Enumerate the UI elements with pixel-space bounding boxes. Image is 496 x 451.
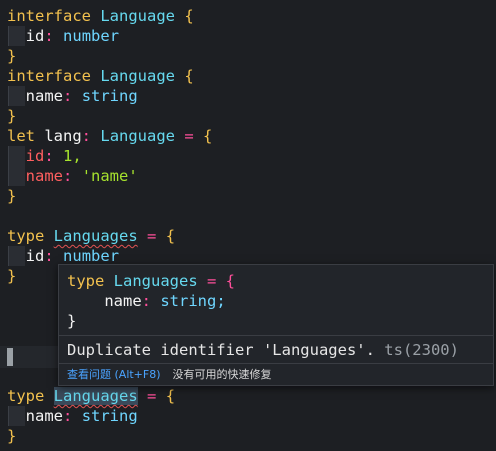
open-brace: { xyxy=(203,127,213,145)
keyword-interface: interface xyxy=(7,67,91,85)
close-brace: } xyxy=(7,187,17,205)
close-brace: } xyxy=(7,107,17,125)
error-code: ts(2300) xyxy=(384,341,459,359)
code-line: name: string xyxy=(25,87,138,105)
property-type: string xyxy=(81,407,138,425)
close-brace: } xyxy=(7,267,17,285)
type-name-error[interactable]: Languages xyxy=(54,227,138,245)
no-quick-fix-text: 没有可用的快速修复 xyxy=(172,368,272,381)
property-type: number xyxy=(63,247,120,265)
type-name: Language xyxy=(100,67,175,85)
open-brace: { xyxy=(165,387,176,405)
preview-close-brace: } xyxy=(67,312,77,330)
code-line: } xyxy=(0,106,496,126)
number-value: 1, xyxy=(63,147,82,165)
property-name: id xyxy=(25,147,45,165)
code-line: } xyxy=(0,426,496,446)
code-line: id: number xyxy=(25,247,120,265)
type-name: Language xyxy=(100,127,176,145)
hover-type-preview: type Languages = { name: string; } xyxy=(67,272,236,330)
preview-keyword: type xyxy=(67,272,105,290)
divider xyxy=(59,335,493,336)
error-text: Duplicate identifier 'Languages'. xyxy=(67,341,375,359)
keyword-interface: interface xyxy=(7,7,91,25)
hover-actions: 查看问题 (Alt+F8) 没有可用的快速修复 xyxy=(67,365,272,385)
property-name: id xyxy=(25,27,45,45)
property-name: name xyxy=(25,87,63,105)
code-line: id: number xyxy=(25,27,120,45)
string-value: 'name' xyxy=(81,167,138,185)
code-line: name: 'name' xyxy=(25,167,138,185)
preview-property: name xyxy=(104,292,142,310)
type-name-error-hovered[interactable]: Languages xyxy=(53,387,138,405)
view-problem-link[interactable]: 查看问题 (Alt+F8) xyxy=(67,368,161,381)
preview-type-name: Languages xyxy=(113,272,198,290)
code-line: type Languages = { xyxy=(7,387,176,405)
error-message: Duplicate identifier 'Languages'. ts(230… xyxy=(67,339,459,361)
type-name: Language xyxy=(100,7,175,25)
code-line: } xyxy=(0,46,496,66)
code-line: interface Language { xyxy=(0,66,496,86)
property-name: name xyxy=(25,407,63,425)
hover-tooltip[interactable]: type Languages = { name: string; } Dupli… xyxy=(58,264,494,386)
property-type: number xyxy=(63,27,120,45)
code-line: } xyxy=(0,186,496,206)
code-line: interface Language { xyxy=(0,6,496,26)
open-brace: { xyxy=(165,227,176,245)
keyword-let: let xyxy=(7,127,35,145)
property-name: id xyxy=(25,247,45,265)
code-editor[interactable]: interface Language { id: number } interf… xyxy=(0,0,496,451)
preview-property-type: string; xyxy=(160,292,226,310)
code-line: id: 1, xyxy=(25,147,82,165)
close-brace: } xyxy=(7,47,17,65)
variable-name: lang xyxy=(44,127,82,145)
text-cursor xyxy=(7,348,13,366)
close-brace: } xyxy=(7,427,17,445)
open-brace: { xyxy=(184,7,194,25)
keyword-type: type xyxy=(7,387,45,405)
keyword-type: type xyxy=(7,227,45,245)
property-name: name xyxy=(25,167,63,185)
preview-assign: = { xyxy=(207,272,236,290)
open-brace: { xyxy=(184,67,194,85)
divider xyxy=(59,363,493,364)
code-line: name: string xyxy=(25,407,138,425)
property-type: string xyxy=(81,87,138,105)
code-line: type Languages = { xyxy=(7,227,176,245)
code-line: let lang: Language = { xyxy=(7,127,213,145)
